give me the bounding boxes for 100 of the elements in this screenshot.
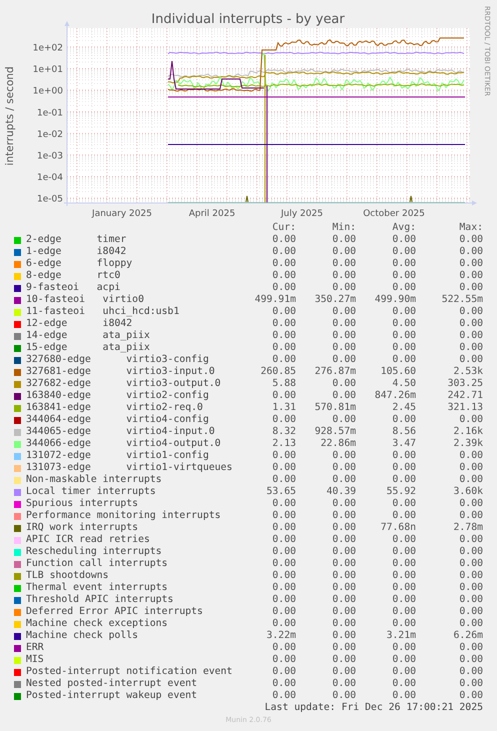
value-text: 321.13 bbox=[446, 402, 483, 414]
value-text: 0.00 bbox=[391, 666, 416, 678]
value-text: 0.00 bbox=[331, 510, 356, 522]
x-tick-label: July 2025 bbox=[281, 209, 323, 219]
last-update-text: Last update: Fri Dec 26 17:00:21 2025 bbox=[264, 702, 483, 714]
value-text: 0.00 bbox=[391, 558, 416, 570]
legend-label: Deferred Error APIC interrupts bbox=[26, 606, 204, 618]
value-text: 570.81m bbox=[314, 402, 356, 414]
value-text: 0.00 bbox=[271, 318, 296, 330]
y-tick-label: 1e-01 bbox=[37, 108, 63, 118]
value-text: 0.00 bbox=[331, 666, 356, 678]
value-text: 0.00 bbox=[391, 510, 416, 522]
legend-label: 131072-edge virtio1-config bbox=[26, 450, 210, 462]
y-tick-label: 1e-02 bbox=[37, 130, 63, 140]
legend-label: Nested posted-interrupt event bbox=[26, 678, 198, 690]
value-text: 0.00 bbox=[331, 678, 356, 690]
x-tick-label: January 2025 bbox=[92, 209, 152, 219]
legend-label: 163840-edge virtio2-config bbox=[26, 390, 210, 402]
value-text: 0.00 bbox=[271, 330, 296, 342]
value-text: 0.00 bbox=[331, 258, 356, 270]
legend-label: Threshold APIC interrupts bbox=[26, 594, 174, 606]
value-text: 0.00 bbox=[391, 414, 416, 426]
value-text: 0.00 bbox=[391, 654, 416, 666]
value-text: 0.00 bbox=[271, 534, 296, 546]
legend-label: MIS bbox=[26, 654, 45, 666]
value-text: 0.00 bbox=[331, 630, 356, 642]
value-text: 0.00 bbox=[271, 246, 296, 258]
value-text: 2.53k bbox=[452, 366, 483, 378]
value-text: 0.00 bbox=[458, 582, 483, 594]
legend-label: Machine check polls bbox=[26, 630, 140, 642]
value-text: 0.00 bbox=[458, 594, 483, 606]
legend-label: ERR bbox=[26, 642, 45, 654]
value-text: 0.00 bbox=[331, 582, 356, 594]
value-text: 3.22m bbox=[266, 630, 296, 642]
value-text: 0.00 bbox=[271, 546, 296, 558]
value-text: 0.00 bbox=[391, 246, 416, 258]
legend-label: 163841-edge virtio2-req.0 bbox=[26, 402, 204, 414]
value-text: 2.39k bbox=[452, 438, 483, 450]
value-text: 0.00 bbox=[391, 582, 416, 594]
value-text: 0.00 bbox=[391, 258, 416, 270]
value-text: 0.00 bbox=[331, 654, 356, 666]
value-text: 0.00 bbox=[331, 450, 356, 462]
value-text: 0.00 bbox=[271, 690, 296, 702]
value-text: 0.00 bbox=[458, 654, 483, 666]
value-text: 0.00 bbox=[391, 498, 416, 510]
value-text: 0.00 bbox=[331, 690, 356, 702]
value-text: 0.00 bbox=[331, 498, 356, 510]
value-text: 0.00 bbox=[391, 330, 416, 342]
legend-label: 327681-edge virtio3-input.0 bbox=[26, 366, 216, 378]
value-text: 0.00 bbox=[331, 570, 356, 582]
legend-label: 327682-edge virtio3-output.0 bbox=[26, 378, 222, 390]
value-text: 0.00 bbox=[271, 522, 296, 534]
legend-label: APIC ICR read retries bbox=[26, 534, 151, 546]
chart-title: Individual interrupts - by year bbox=[151, 12, 345, 27]
value-text: 0.00 bbox=[391, 318, 416, 330]
y-tick-label: 1e+02 bbox=[32, 44, 63, 54]
value-text: 0.00 bbox=[391, 642, 416, 654]
value-text: 0.00 bbox=[331, 246, 356, 258]
value-text: 0.00 bbox=[458, 498, 483, 510]
value-text: 0.00 bbox=[458, 258, 483, 270]
value-text: 0.00 bbox=[331, 390, 356, 402]
value-text: 0.00 bbox=[331, 462, 356, 474]
value-text: 0.00 bbox=[391, 234, 416, 246]
value-text: 0.00 bbox=[271, 354, 296, 366]
value-text: 0.00 bbox=[391, 594, 416, 606]
legend-label: 14-edge ata_piix bbox=[26, 330, 151, 342]
value-text: 0.00 bbox=[458, 642, 483, 654]
value-text: 260.85 bbox=[260, 366, 296, 378]
legend-label: Machine check exceptions bbox=[26, 618, 169, 630]
value-text: 0.00 bbox=[271, 390, 296, 402]
legend-label: Posted-interrupt notification event bbox=[26, 666, 234, 678]
value-text: 0.00 bbox=[271, 462, 296, 474]
value-text: 22.86m bbox=[320, 438, 356, 450]
value-text: 0.00 bbox=[331, 306, 356, 318]
value-text: 0.00 bbox=[271, 258, 296, 270]
value-text: 8.56 bbox=[391, 426, 416, 438]
legend-label: 8-edge rtc0 bbox=[26, 270, 122, 282]
value-text: 5.88 bbox=[271, 378, 296, 390]
value-text: 6.26m bbox=[452, 630, 483, 642]
value-text: 0.00 bbox=[331, 594, 356, 606]
value-text: 0.00 bbox=[271, 270, 296, 282]
legend-label: Thermal event interrupts bbox=[26, 582, 169, 594]
value-text: 0.00 bbox=[271, 606, 296, 618]
value-text: 0.00 bbox=[391, 618, 416, 630]
legend-label: IRQ work interrupts bbox=[26, 522, 140, 534]
value-text: 0.00 bbox=[331, 378, 356, 390]
value-text: 53.65 bbox=[266, 486, 296, 498]
legend-label: Function call interrupts bbox=[26, 558, 169, 570]
value-text: 0.00 bbox=[458, 342, 483, 354]
value-text: 0.00 bbox=[391, 570, 416, 582]
y-tick-label: 1e-05 bbox=[37, 194, 63, 205]
value-text: 3.60k bbox=[452, 486, 483, 498]
value-text: 303.25 bbox=[446, 378, 483, 390]
legend-label: Local timer interrupts bbox=[26, 486, 157, 498]
value-text: 2.16k bbox=[452, 426, 483, 438]
value-text: 0.00 bbox=[458, 318, 483, 330]
value-text: 0.00 bbox=[271, 654, 296, 666]
value-text: 350.27m bbox=[314, 294, 356, 306]
value-text: 0.00 bbox=[331, 318, 356, 330]
value-text: 1.31 bbox=[271, 402, 296, 414]
